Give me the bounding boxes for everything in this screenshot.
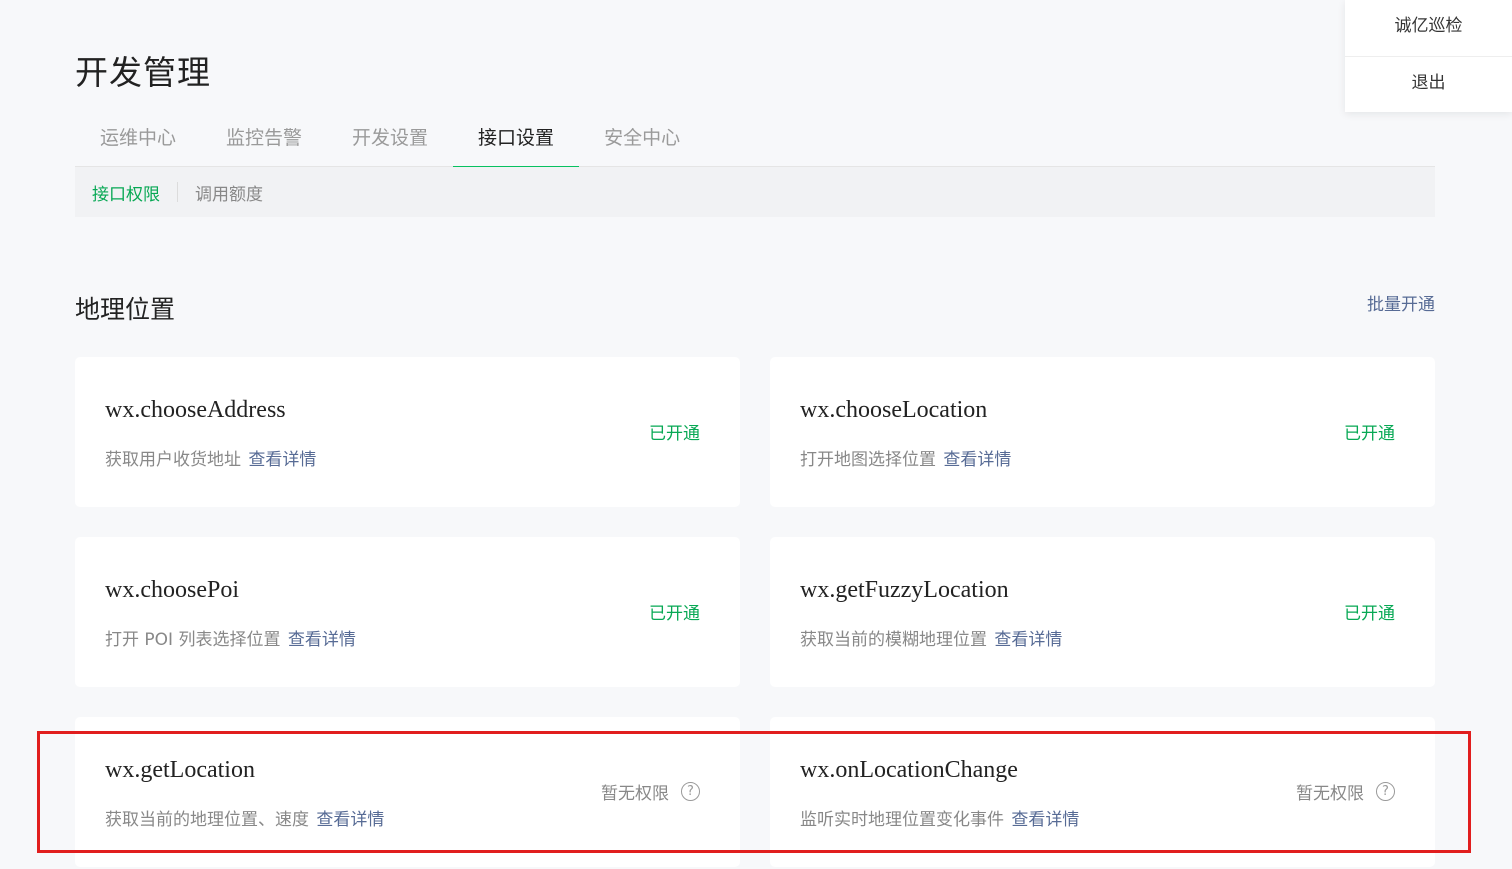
- api-card-choose-poi: wx.choosePoi 打开 POI 列表选择位置 查看详情 已开通: [75, 537, 740, 687]
- view-details-link[interactable]: 查看详情: [316, 810, 384, 830]
- tab-security-center[interactable]: 安全中心: [579, 116, 705, 167]
- view-details-link[interactable]: 查看详情: [1011, 810, 1079, 830]
- api-description: 获取当前的模糊地理位置 查看详情: [800, 625, 1062, 650]
- status-no-permission: 暂无权限 ?: [601, 779, 700, 804]
- api-name: wx.choosePoi: [105, 577, 239, 603]
- status-enabled: 已开通: [649, 424, 700, 444]
- tab-monitoring-alerts[interactable]: 监控告警: [201, 116, 327, 167]
- subtab-call-quota[interactable]: 调用额度: [178, 180, 280, 205]
- api-description-text: 获取当前的地理位置、速度: [105, 810, 309, 830]
- api-name: wx.getLocation: [105, 757, 255, 783]
- api-name: wx.getFuzzyLocation: [800, 577, 1009, 603]
- help-icon[interactable]: ?: [1376, 782, 1395, 801]
- api-name: wx.onLocationChange: [800, 757, 1018, 783]
- tab-api-settings[interactable]: 接口设置: [453, 116, 580, 168]
- user-dropdown-menu: 诚亿巡检 退出: [1345, 0, 1512, 112]
- status-enabled: 已开通: [1344, 424, 1395, 444]
- view-details-link[interactable]: 查看详情: [248, 450, 316, 470]
- api-card-on-location-change: wx.onLocationChange 监听实时地理位置变化事件 查看详情 暂无…: [770, 717, 1435, 867]
- subtab-api-permissions[interactable]: 接口权限: [75, 180, 177, 205]
- api-card-choose-location: wx.chooseLocation 打开地图选择位置 查看详情 已开通: [770, 357, 1435, 507]
- status-label: 暂无权限: [1296, 784, 1364, 804]
- sub-tabs: 接口权限 调用额度: [75, 167, 1435, 217]
- main-tabs: 运维中心 监控告警 开发设置 接口设置 安全中心: [75, 116, 1435, 168]
- api-card-get-fuzzy-location: wx.getFuzzyLocation 获取当前的模糊地理位置 查看详情 已开通: [770, 537, 1435, 687]
- status-label: 暂无权限: [601, 784, 669, 804]
- tab-ops-center[interactable]: 运维中心: [75, 116, 201, 167]
- status-enabled: 已开通: [1344, 604, 1395, 624]
- logout-button[interactable]: 退出: [1345, 56, 1512, 112]
- api-description: 监听实时地理位置变化事件 查看详情: [800, 805, 1079, 830]
- api-name: wx.chooseLocation: [800, 397, 988, 423]
- api-name: wx.chooseAddress: [105, 397, 286, 423]
- batch-enable-link[interactable]: 批量开通: [1367, 290, 1435, 315]
- account-name-item[interactable]: 诚亿巡检: [1345, 0, 1512, 56]
- view-details-link[interactable]: 查看详情: [994, 630, 1062, 650]
- api-description-text: 打开 POI 列表选择位置: [105, 630, 281, 650]
- status-no-permission: 暂无权限 ?: [1296, 779, 1395, 804]
- section-title: 地理位置: [75, 295, 176, 324]
- tab-dev-settings[interactable]: 开发设置: [327, 116, 453, 167]
- api-description-text: 获取用户收货地址: [105, 450, 241, 470]
- status-enabled: 已开通: [649, 604, 700, 624]
- api-description-text: 获取当前的模糊地理位置: [800, 630, 987, 650]
- api-card-choose-address: wx.chooseAddress 获取用户收货地址 查看详情 已开通: [75, 357, 740, 507]
- api-description: 获取当前的地理位置、速度 查看详情: [105, 805, 384, 830]
- api-description: 打开地图选择位置 查看详情: [800, 445, 1011, 470]
- view-details-link[interactable]: 查看详情: [943, 450, 1011, 470]
- api-description-text: 监听实时地理位置变化事件: [800, 810, 1004, 830]
- api-description-text: 打开地图选择位置: [800, 450, 936, 470]
- view-details-link[interactable]: 查看详情: [288, 630, 356, 650]
- api-description: 获取用户收货地址 查看详情: [105, 445, 316, 470]
- api-description: 打开 POI 列表选择位置 查看详情: [105, 625, 356, 650]
- page-title: 开发管理: [75, 53, 211, 92]
- help-icon[interactable]: ?: [681, 782, 700, 801]
- api-card-get-location: wx.getLocation 获取当前的地理位置、速度 查看详情 暂无权限 ?: [75, 717, 740, 867]
- page: 开发管理 运维中心 监控告警 开发设置 接口设置 安全中心 接口权限 调用额度 …: [0, 0, 1512, 869]
